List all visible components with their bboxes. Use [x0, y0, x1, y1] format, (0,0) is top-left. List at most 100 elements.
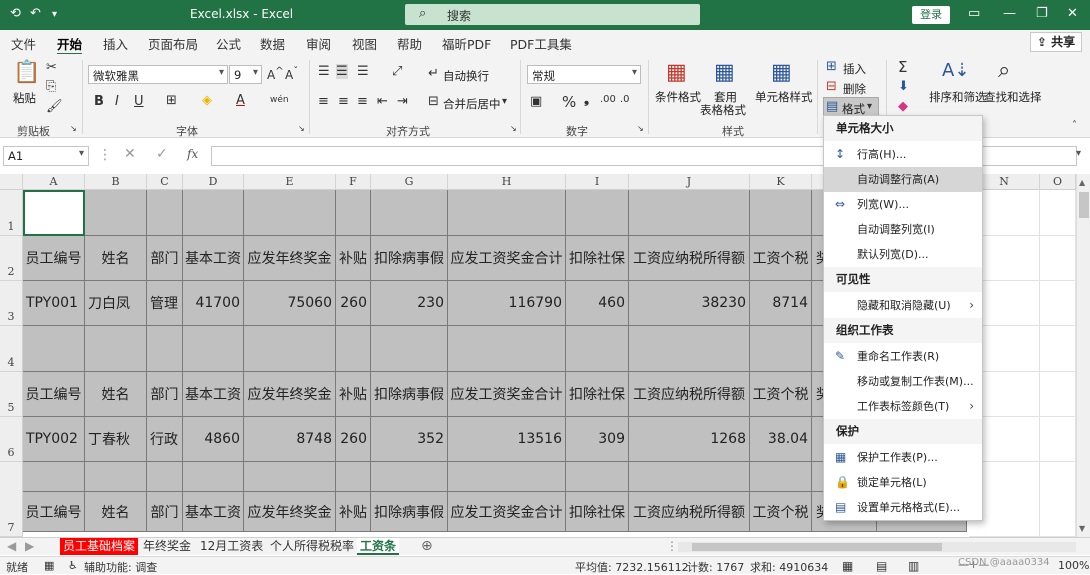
- data-cell[interactable]: 116790: [448, 281, 566, 326]
- minimize-icon[interactable]: —: [1003, 6, 1016, 21]
- column-header[interactable]: O: [1040, 174, 1076, 190]
- restore-icon[interactable]: ❐: [1036, 6, 1048, 21]
- empty-cell[interactable]: [1040, 281, 1076, 326]
- vertical-scrollbar[interactable]: ▲ ▼: [1076, 174, 1090, 537]
- data-cell[interactable]: 管理: [147, 281, 183, 326]
- header-cell[interactable]: 补贴: [336, 236, 371, 281]
- row-header[interactable]: 4: [0, 326, 23, 372]
- blank-cell[interactable]: [750, 462, 812, 492]
- menu-item[interactable]: 自动调整行高(A): [824, 167, 982, 192]
- header-cell[interactable]: 补贴: [336, 492, 371, 532]
- header-cell[interactable]: 应发工资奖金合计: [448, 492, 566, 532]
- add-sheet-icon[interactable]: ⊕: [418, 538, 436, 555]
- decrease-decimal-icon[interactable]: .0: [620, 94, 630, 105]
- empty-cell[interactable]: [1040, 190, 1076, 236]
- menu-item[interactable]: 隐藏和取消隐藏(U) ›: [824, 293, 982, 318]
- wrap-text-button[interactable]: 自动换行: [443, 68, 489, 84]
- column-header[interactable]: F: [336, 174, 371, 190]
- align-center-icon[interactable]: ≡: [338, 94, 349, 109]
- tab-page-layout[interactable]: 页面布局: [148, 34, 198, 53]
- tab-file[interactable]: 文件: [11, 34, 36, 53]
- sheet-tab-employee-records[interactable]: 员工基础档案: [60, 538, 139, 555]
- table-format-icon[interactable]: ▦: [714, 60, 735, 85]
- data-cell[interactable]: 刀白凤: [85, 281, 147, 326]
- share-button[interactable]: ⇪ 共享: [1030, 32, 1082, 52]
- row-header[interactable]: 1: [0, 190, 23, 236]
- bold-icon[interactable]: B: [94, 94, 104, 109]
- blank-cell[interactable]: [244, 190, 336, 236]
- align-middle-icon[interactable]: ☰: [336, 64, 348, 79]
- empty-cell[interactable]: [1040, 417, 1076, 462]
- header-cell[interactable]: 姓名: [85, 372, 147, 417]
- row-header[interactable]: 5: [0, 372, 23, 417]
- cell-styles-button[interactable]: 单元格样式: [755, 89, 813, 105]
- tab-insert[interactable]: 插入: [103, 34, 128, 53]
- alignment-launcher-icon[interactable]: ↘: [510, 124, 517, 133]
- conditional-format-button[interactable]: 条件格式: [655, 89, 701, 105]
- sheet-tab-payslip[interactable]: 工资条: [357, 538, 400, 555]
- header-cell[interactable]: 员工编号: [23, 372, 85, 417]
- increase-indent-icon[interactable]: ⇥: [397, 94, 408, 109]
- data-cell[interactable]: TPY001: [23, 281, 85, 326]
- blank-cell[interactable]: [566, 462, 629, 492]
- blank-cell[interactable]: [183, 462, 244, 492]
- data-cell[interactable]: 8748: [244, 417, 336, 462]
- sheet-tab-december-salary[interactable]: 12月工资表: [197, 538, 266, 555]
- tab-review[interactable]: 审阅: [306, 34, 331, 53]
- next-sheet-icon[interactable]: ▶: [22, 538, 37, 555]
- align-bottom-icon[interactable]: ☰: [357, 64, 369, 79]
- merge-center-icon[interactable]: ⊟: [428, 94, 439, 109]
- ribbon-display-icon[interactable]: ▭: [968, 6, 980, 21]
- header-cell[interactable]: 工资应纳税所得额: [629, 372, 750, 417]
- clipboard-launcher-icon[interactable]: ↘: [70, 124, 77, 133]
- selected-cell-a1[interactable]: [23, 190, 85, 236]
- header-cell[interactable]: 应发年终奖金: [244, 372, 336, 417]
- tab-foxit-pdf[interactable]: 福昕PDF: [442, 34, 491, 53]
- orientation-icon[interactable]: ⤢: [392, 64, 402, 79]
- blank-cell[interactable]: [448, 462, 566, 492]
- find-select-icon[interactable]: ⌕: [998, 58, 1010, 83]
- menu-item[interactable]: 移动或复制工作表(M)...: [824, 369, 982, 394]
- quick-access-dropdown-icon[interactable]: ▾: [52, 9, 57, 20]
- data-cell[interactable]: 行政: [147, 417, 183, 462]
- data-cell[interactable]: 75060: [244, 281, 336, 326]
- expand-formula-icon[interactable]: ▾: [1076, 148, 1081, 159]
- font-color-icon[interactable]: A: [236, 93, 245, 108]
- blank-cell[interactable]: [183, 326, 244, 372]
- header-cell[interactable]: 扣除社保: [566, 372, 629, 417]
- merge-center-button[interactable]: 合并后居中: [443, 96, 501, 112]
- fx-icon[interactable]: fx: [187, 147, 198, 161]
- autosave-icon[interactable]: ⟲: [10, 6, 21, 21]
- menu-item[interactable]: 自动调整列宽(I): [824, 217, 982, 242]
- decrease-font-icon[interactable]: Aˇ: [285, 66, 298, 82]
- select-all-corner[interactable]: [0, 174, 23, 190]
- copy-icon[interactable]: ⎘: [46, 79, 56, 94]
- underline-icon[interactable]: U: [134, 94, 144, 109]
- column-header[interactable]: B: [85, 174, 147, 190]
- row-header[interactable]: 3: [0, 281, 23, 326]
- sheet-tab-tax-rate[interactable]: 个人所得税税率: [267, 538, 357, 555]
- sort-filter-button[interactable]: 排序和筛选: [929, 89, 987, 105]
- menu-item[interactable]: ⇔ 列宽(W)...: [824, 192, 982, 217]
- empty-cell[interactable]: [1040, 236, 1076, 281]
- scroll-down-icon[interactable]: ▼: [1079, 524, 1085, 533]
- blank-cell[interactable]: [147, 326, 183, 372]
- autosum-icon[interactable]: Σ: [898, 58, 907, 76]
- row-header[interactable]: 7: [0, 462, 23, 537]
- delete-cells-icon[interactable]: ⊟: [826, 79, 837, 94]
- header-cell[interactable]: 员工编号: [23, 492, 85, 532]
- blank-cell[interactable]: [85, 190, 147, 236]
- header-cell[interactable]: 部门: [147, 236, 183, 281]
- header-cell[interactable]: 姓名: [85, 236, 147, 281]
- header-cell[interactable]: 基本工资: [183, 492, 244, 532]
- menu-item[interactable]: 默认列宽(D)...: [824, 242, 982, 267]
- empty-cell[interactable]: [1040, 326, 1076, 372]
- wrap-text-icon[interactable]: ↵: [428, 66, 439, 81]
- header-cell[interactable]: 工资个税: [750, 492, 812, 532]
- blank-cell[interactable]: [147, 190, 183, 236]
- blank-cell[interactable]: [371, 462, 448, 492]
- login-button[interactable]: 登录: [912, 6, 950, 24]
- align-left-icon[interactable]: ≡: [318, 94, 329, 109]
- menu-item[interactable]: ▦ 保护工作表(P)...: [824, 445, 982, 470]
- page-break-view-icon[interactable]: ▥: [908, 559, 919, 573]
